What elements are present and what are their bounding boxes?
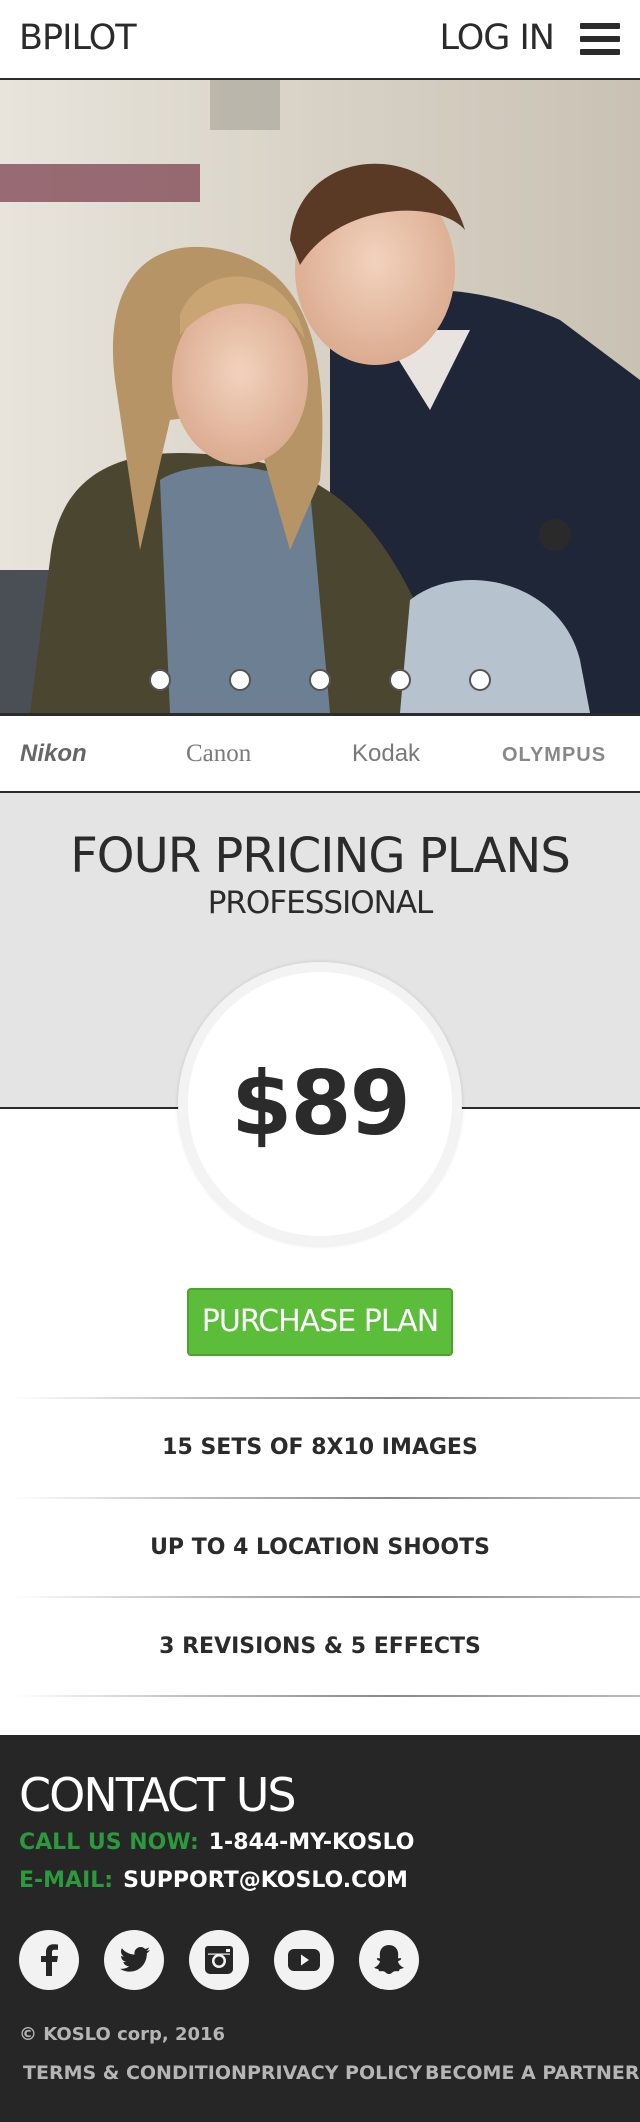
slider-dot[interactable] (229, 669, 251, 691)
pricing-subtitle: PROFESSIONAL (207, 885, 434, 921)
youtube-icon[interactable] (274, 1930, 334, 1990)
plan-feature: 3 REVISIONS & 5 EFFECTS (159, 1634, 481, 1659)
menu-bar (580, 36, 620, 42)
phone-label: CALL US NOW: (19, 1830, 199, 1855)
slider-dot[interactable] (149, 669, 171, 691)
footer-link-terms[interactable]: TERMS & CONDITION (23, 2062, 247, 2084)
pricing-title: FOUR PRICING PLANS (70, 828, 571, 884)
slider-dots (0, 669, 640, 699)
plan-price: $89 (231, 1052, 411, 1155)
email-label: E-MAIL: (19, 1868, 114, 1893)
facebook-icon[interactable] (19, 1930, 79, 1990)
brand-nikon: Nikon (20, 740, 87, 767)
slider-dot[interactable] (309, 669, 331, 691)
site-header: BPILOT LOG IN (0, 0, 640, 80)
login-link[interactable]: LOG IN (439, 18, 555, 58)
plan-feature: 15 SETS OF 8X10 IMAGES (162, 1435, 478, 1460)
slider-dot[interactable] (389, 669, 411, 691)
hero-photo (0, 80, 640, 713)
divider (14, 1695, 640, 1697)
email-line: E-MAIL: SUPPORT@KOSLO.COM (19, 1868, 408, 1893)
twitter-icon[interactable] (104, 1930, 164, 1990)
brand-kodak: Kodak (352, 740, 421, 767)
phone-number[interactable]: 1-844-MY-KOSLO (209, 1830, 415, 1855)
menu-bar (580, 49, 620, 55)
plan-feature: UP TO 4 LOCATION SHOOTS (150, 1535, 490, 1560)
brand-canon: Canon (186, 740, 252, 767)
instagram-icon[interactable] (189, 1930, 249, 1990)
site-logo[interactable]: BPILOT (19, 18, 137, 58)
phone-line: CALL US NOW: 1-844-MY-KOSLO (19, 1830, 415, 1855)
contact-title: CONTACT US (19, 1768, 297, 1822)
hamburger-menu-icon[interactable] (580, 23, 620, 56)
menu-bar (580, 23, 620, 29)
footer-link-privacy[interactable]: PRIVACY POLICY (247, 2062, 422, 2084)
snapchat-icon[interactable] (359, 1930, 419, 1990)
footer-link-partner[interactable]: BECOME A PARTNER (425, 2062, 640, 2084)
brand-strip: Nikon Canon Kodak OLYMPUS (0, 713, 640, 793)
brand-olympus: OLYMPUS (502, 744, 607, 766)
hero-slider[interactable] (0, 80, 640, 713)
slider-dot[interactable] (469, 669, 491, 691)
copyright-text: © KOSLO corp, 2016 (19, 2024, 226, 2045)
email-address[interactable]: SUPPORT@KOSLO.COM (123, 1868, 408, 1893)
purchase-plan-button[interactable]: PURCHASE PLAN (187, 1288, 453, 1356)
